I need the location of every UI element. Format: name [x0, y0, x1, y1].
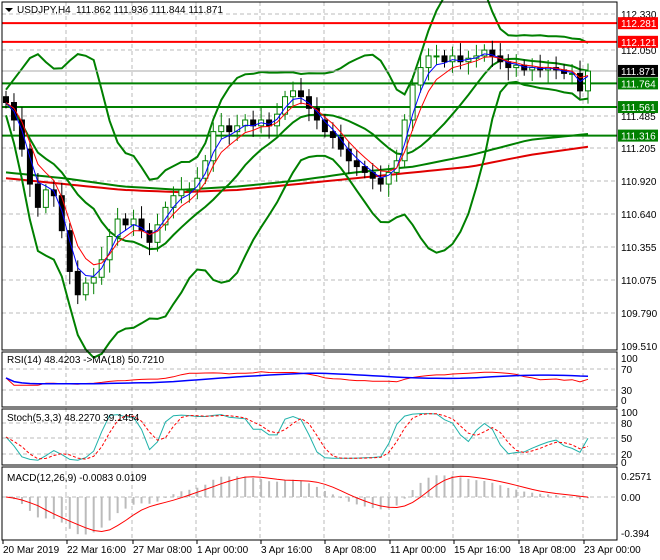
candle-body [417, 67, 424, 86]
time-tick-label: 15 Apr 16:00 [454, 545, 511, 556]
stoch-axis-label: 0 [621, 458, 627, 469]
time-tick-label: 1 Apr 00:00 [197, 545, 249, 556]
stoch-title: Stoch(5,3,3) 48.2270 39.1454 [7, 413, 140, 424]
candle-body [513, 64, 520, 69]
rsi-axis-label: 0 [621, 396, 627, 407]
macd-title: MACD(12,26,9) -0.0083 0.0109 [7, 473, 147, 484]
stoch-axis-label: 50 [621, 434, 633, 445]
candle-body [146, 230, 153, 243]
candle-body [58, 195, 65, 232]
level-tag-label: 111.561 [621, 103, 656, 114]
macd-axis-label: 0.00 [621, 493, 641, 504]
bollinger-upper-line [5, 0, 589, 181]
candle-body [186, 189, 193, 192]
candle-body [178, 189, 185, 197]
candle-body [441, 55, 448, 63]
candle-body [82, 282, 89, 296]
macd-axis-label: 0.2571 [621, 472, 652, 483]
time-axis: 20 Mar 2019 22 Mar 16:00 27 Mar 08:00 1 Apr… [2, 540, 641, 556]
candle-body [42, 189, 49, 208]
candle-body [585, 70, 591, 92]
rsi-panel[interactable] [5, 371, 589, 386]
stoch-axis-label: 80 [621, 419, 633, 430]
candle-body [130, 218, 137, 226]
current-price-label: 111.871 [621, 67, 656, 78]
price-axis: 112.330112.050111.485111.205110.920110.6… [618, 10, 658, 540]
level-tag-label: 111.316 [621, 132, 656, 143]
time-tick-label: 18 Apr 08:00 [519, 545, 576, 556]
price-tick-label: 110.075 [621, 276, 657, 287]
candle-body [377, 177, 384, 185]
price-panel[interactable] [2, 0, 617, 359]
candle-body [26, 148, 33, 185]
candle-body [114, 218, 121, 237]
candle-body [353, 160, 360, 168]
candle-body [218, 125, 225, 133]
candle-body [122, 218, 129, 226]
rsi-title: RSI(14) 48.4203 ->MA(18) 50.7210 [7, 355, 164, 366]
time-tick-label: 27 Mar 08:00 [133, 545, 192, 556]
price-tick-label: 109.510 [621, 342, 658, 353]
candle-body [345, 148, 352, 162]
candle-body [226, 125, 233, 133]
bollinger-middle-line [5, 57, 589, 251]
candle-body [66, 230, 73, 272]
price-tick-label: 111.205 [621, 144, 656, 155]
ohlc-readout: 111.862 111.936 111.844 111.871 [76, 5, 223, 16]
level-tag-label: 111.764 [621, 79, 656, 90]
trading-chart[interactable]: 112.330112.050111.485111.205110.920110.6… [0, 0, 660, 560]
candle-body [329, 131, 336, 138]
long-ma-red-line [5, 145, 589, 194]
macd-panel[interactable] [5, 475, 589, 535]
bollinger-lower-line [5, 80, 589, 359]
time-tick-label: 22 Mar 16:00 [67, 545, 126, 556]
rsi-axis-label: 100 [621, 354, 638, 365]
candle-body [74, 270, 81, 296]
level-tag-label: 112.281 [621, 19, 657, 30]
macd-axis-label: -0.394 [621, 529, 650, 540]
rsi-ma-line [5, 372, 589, 385]
level-tag-label: 112.121 [621, 38, 657, 49]
time-tick-label: 8 Apr 08:00 [325, 545, 377, 556]
candle-body [297, 90, 304, 98]
symbol-label: USDJPY,H4 [17, 5, 71, 16]
time-tick-label: 11 Apr 00:00 [390, 545, 446, 556]
time-tick-label: 23 Apr 00:00 [584, 545, 641, 556]
price-tick-label: 110.640 [621, 210, 657, 221]
stoch-axis-label: 100 [621, 408, 638, 419]
candle-body [361, 166, 368, 173]
price-tick-label: 110.355 [621, 243, 657, 254]
time-tick-label: 20 Mar 2019 [3, 545, 60, 556]
candle-body [90, 276, 97, 284]
symbol-dropdown-icon[interactable] [5, 8, 13, 12]
candle-body [433, 55, 440, 58]
price-tick-label: 110.920 [621, 177, 657, 188]
candle-body [34, 183, 41, 208]
rsi-axis-label: 70 [621, 365, 633, 376]
time-tick-label: 3 Apr 16:00 [261, 545, 313, 556]
candle-body [3, 96, 9, 104]
price-tick-label: 109.790 [621, 309, 658, 320]
candle-body [425, 55, 432, 69]
candle-body [290, 90, 297, 98]
